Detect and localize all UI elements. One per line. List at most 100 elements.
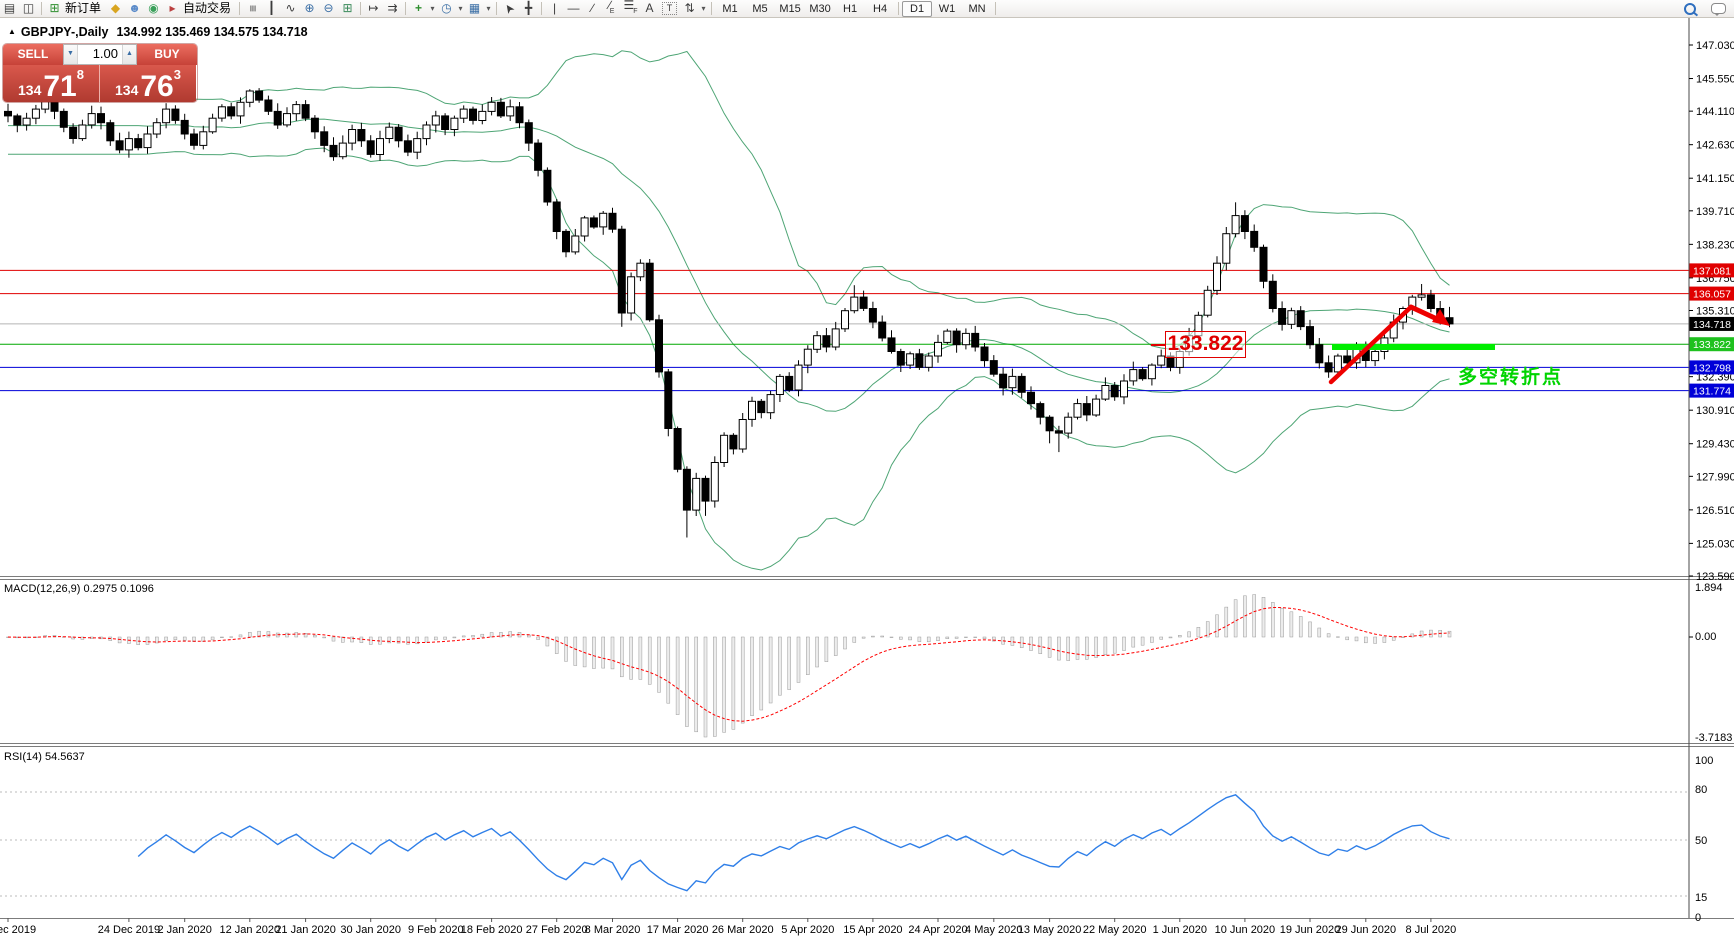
chart-canvas[interactable]: 147.030 145.550 144.110 142.630 141.150 139.7… (0, 0, 1734, 941)
toolbar-separator (995, 2, 997, 15)
svg-text:22 May 2020: 22 May 2020 (1083, 924, 1147, 936)
buy-button[interactable]: BUY (137, 44, 197, 65)
buy-price-big-figure: 134 (115, 82, 139, 98)
indicators-caret[interactable]: ▾ (428, 0, 437, 17)
volume-increase-button[interactable]: ▲ (122, 45, 136, 64)
timeframe-button-H1[interactable]: H1 (835, 1, 865, 17)
candle-chart-icon[interactable]: ┃ (262, 0, 281, 17)
svg-text:8 Mar 2020: 8 Mar 2020 (585, 924, 641, 936)
buy-price-pips: 76 (140, 70, 174, 102)
periods-icon[interactable]: ◷ (437, 0, 456, 17)
timeframe-button-MN[interactable]: MN (962, 1, 992, 17)
svg-text:132.798: 132.798 (1693, 362, 1731, 374)
turning-point-annotation[interactable]: 多空转折点 (1458, 362, 1563, 389)
svg-text:5 Dec 2019: 5 Dec 2019 (0, 924, 36, 936)
templates-caret[interactable]: ▾ (484, 0, 493, 17)
symbol-dropdown-icon[interactable]: ▲ (8, 27, 16, 36)
svg-text:125.030: 125.030 (1696, 538, 1734, 550)
timeframe-button-W1[interactable]: W1 (932, 1, 962, 17)
svg-text:50: 50 (1695, 835, 1707, 847)
svg-text:15: 15 (1695, 892, 1707, 904)
timeframe-button-H4[interactable]: H4 (865, 1, 895, 17)
bar-chart-icon[interactable]: ≡ (244, 0, 261, 18)
svg-text:126.510: 126.510 (1696, 505, 1734, 517)
svg-text:129.430: 129.430 (1696, 439, 1734, 451)
timeframe-button-M30[interactable]: M30 (805, 1, 835, 17)
sell-price-fraction: 8 (76, 67, 84, 82)
price-annotation-dash (1151, 344, 1165, 346)
trendline-icon[interactable]: ∕ (583, 0, 602, 17)
templates-icon[interactable]: ▦ (465, 0, 484, 17)
text-label-icon[interactable]: T (662, 2, 678, 15)
sell-price[interactable]: 134 71 8 (3, 65, 100, 102)
toolbar: ▤ ◫ ⊞ 新订单 ◆ ☻ ◉ ▸ 自动交易 ≡ ┃ ∿ ⊕ ⊖ ⊞ ↦ ⇉ + ▾ ◷ ▾ ▦ ▾ ➤ ╋ | ― ∕ ∕E ☰F A T ⇅… (0, 0, 1734, 18)
zoom-in-icon[interactable]: ⊕ (300, 0, 319, 17)
crosshair-icon[interactable]: ╋ (519, 0, 538, 17)
indicators-icon[interactable]: + (409, 0, 428, 17)
data-window-icon[interactable]: ◫ (19, 0, 38, 17)
toolbar-separator (541, 2, 543, 15)
svg-text:127.990: 127.990 (1696, 471, 1734, 483)
new-order-label[interactable]: 新订单 (65, 0, 101, 17)
arrows-caret[interactable]: ▾ (699, 0, 708, 17)
channel-icon[interactable]: ∕E (602, 0, 621, 20)
chart-symbol-period: GBPJPY-,Daily (20, 25, 109, 39)
svg-text:24 Dec 2019: 24 Dec 2019 (98, 924, 160, 936)
svg-text:19 Jun 2020: 19 Jun 2020 (1280, 924, 1341, 936)
text-icon[interactable]: A (640, 0, 659, 17)
chart-ohlc-values: 134.992 135.469 134.575 134.718 (116, 25, 308, 39)
svg-text:24 Apr 2020: 24 Apr 2020 (908, 924, 967, 936)
svg-text:80: 80 (1695, 784, 1707, 796)
svg-text:100: 100 (1695, 755, 1713, 767)
chart-title: ▲ GBPJPY-,Daily 134.992 135.469 134.575 13… (8, 25, 308, 39)
svg-text:0: 0 (1695, 912, 1701, 924)
autotrade-icon[interactable]: ▸ (163, 0, 182, 17)
toolbar-separator (898, 2, 900, 15)
new-order-icon[interactable]: ⊞ (45, 0, 64, 17)
svg-text:13 May 2020: 13 May 2020 (1018, 924, 1082, 936)
periods-caret[interactable]: ▾ (456, 0, 465, 17)
chart-shift-icon[interactable]: ⇉ (383, 0, 402, 17)
horizontal-line-icon[interactable]: ― (564, 0, 583, 17)
search-icon[interactable] (1684, 2, 1696, 15)
svg-text:21 Jan 2020: 21 Jan 2020 (275, 924, 336, 936)
svg-text:8 Jul 2020: 8 Jul 2020 (1406, 924, 1457, 936)
autoscroll-icon[interactable]: ↦ (364, 0, 383, 17)
community-icon[interactable]: ☻ (125, 0, 144, 17)
toolbar-separator (496, 2, 498, 15)
arrows-icon[interactable]: ⇅ (680, 0, 699, 17)
signals-icon[interactable]: ◉ (144, 0, 163, 17)
vertical-line-icon[interactable]: | (545, 0, 564, 17)
timeframe-button-D1[interactable]: D1 (902, 0, 933, 17)
volume-input[interactable]: 1.00 (78, 45, 122, 64)
svg-text:1 Jun 2020: 1 Jun 2020 (1153, 924, 1207, 936)
line-chart-icon[interactable]: ∿ (281, 0, 300, 17)
svg-text:30 Jan 2020: 30 Jan 2020 (340, 924, 401, 936)
svg-text:27 Feb 2020: 27 Feb 2020 (526, 924, 588, 936)
chart-window-icon[interactable]: ▤ (0, 0, 19, 17)
fibonacci-icon[interactable]: ☰F (621, 0, 640, 20)
autotrade-label[interactable]: 自动交易 (183, 0, 231, 17)
timeframe-button-M1[interactable]: M1 (715, 1, 745, 17)
chat-icon[interactable] (1711, 3, 1726, 16)
svg-text:136.057: 136.057 (1693, 289, 1731, 301)
svg-text:138.230: 138.230 (1696, 239, 1734, 251)
deposit-icon[interactable]: ◆ (106, 0, 125, 17)
svg-text:130.910: 130.910 (1696, 405, 1734, 417)
toolbar-separator (41, 2, 42, 15)
timeframe-button-M5[interactable]: M5 (745, 1, 775, 17)
svg-text:5 Apr 2020: 5 Apr 2020 (781, 924, 834, 936)
sell-price-pips: 71 (43, 70, 77, 102)
price-annotation-box[interactable]: 133.822 (1165, 331, 1246, 358)
volume-decrease-button[interactable]: ▼ (64, 45, 78, 64)
tile-windows-icon[interactable]: ⊞ (338, 0, 357, 17)
svg-text:135.310: 135.310 (1696, 306, 1734, 318)
buy-price[interactable]: 134 76 3 (100, 65, 196, 102)
svg-text:133.822: 133.822 (1693, 339, 1731, 351)
svg-text:15 Apr 2020: 15 Apr 2020 (843, 924, 902, 936)
zoom-out-icon[interactable]: ⊖ (319, 0, 338, 17)
timeframe-button-M15[interactable]: M15 (775, 1, 805, 17)
svg-text:137.081: 137.081 (1693, 265, 1731, 277)
rsi-indicator-label: RSI(14) 54.5637 (4, 751, 85, 763)
sell-button[interactable]: SELL (3, 44, 63, 65)
